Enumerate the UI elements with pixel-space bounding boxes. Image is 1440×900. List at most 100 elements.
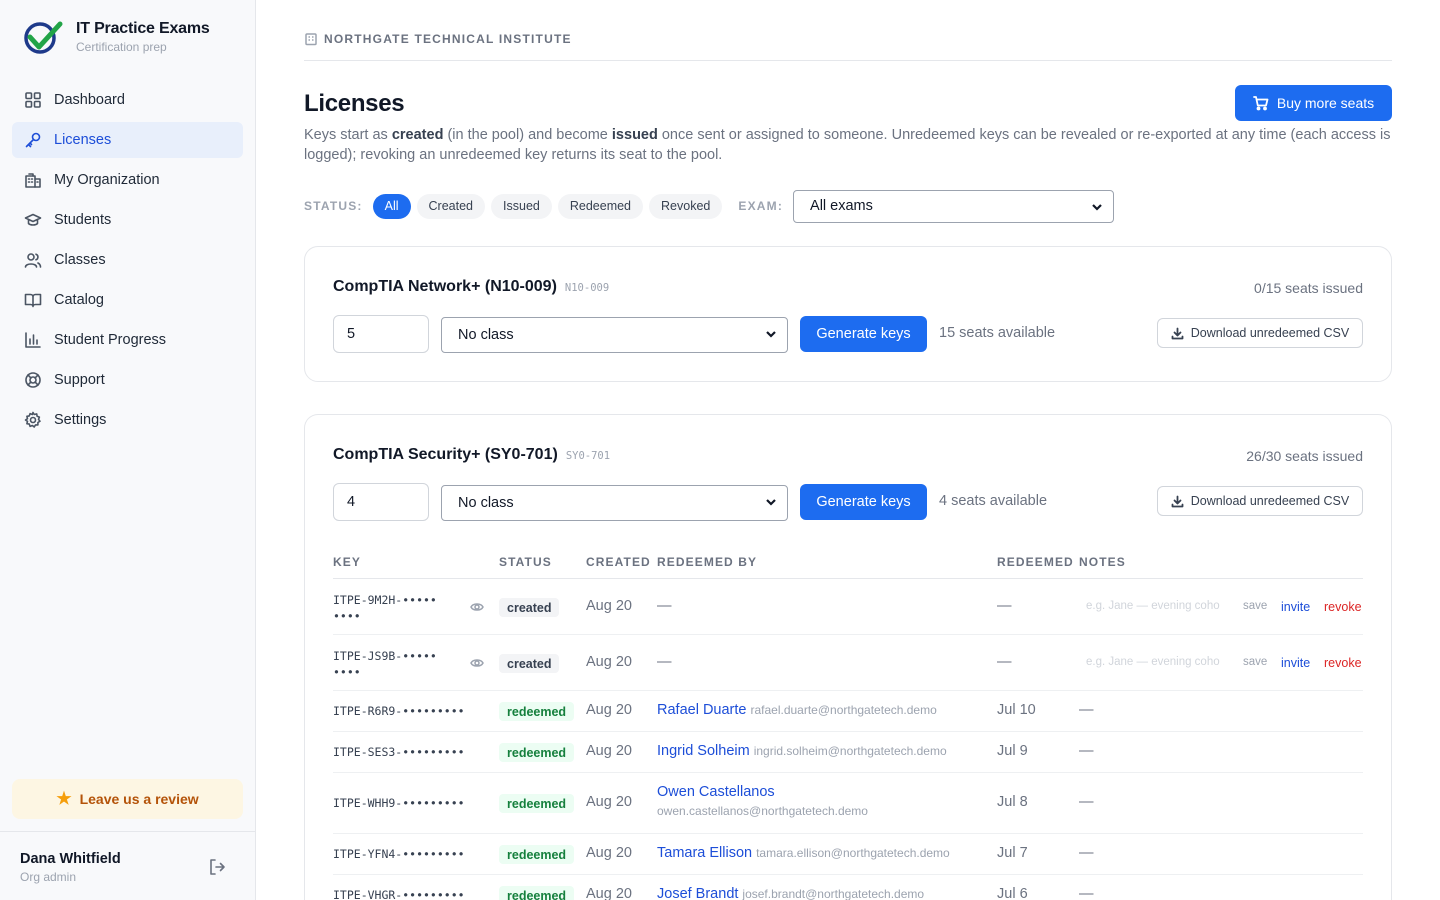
seats-issued: 0/15 seats issued bbox=[1254, 280, 1363, 296]
notes-input[interactable]: e.g. Jane — evening coho bbox=[1086, 656, 1234, 668]
class-select[interactable]: No class bbox=[441, 317, 788, 353]
redeemed-date-empty: — bbox=[997, 654, 1012, 670]
card-title: CompTIA Security+ (SY0-701) SY0-701 bbox=[333, 446, 610, 464]
notes-empty: — bbox=[1079, 702, 1094, 718]
status-chip-issued[interactable]: Issued bbox=[491, 193, 552, 219]
column-header-notes: NOTES bbox=[1079, 555, 1126, 569]
redeemed-date-empty: — bbox=[997, 598, 1012, 614]
status-badge: redeemed bbox=[499, 702, 575, 721]
seats-available: 4 seats available bbox=[939, 493, 1048, 509]
desc-text: Keys start as bbox=[304, 127, 392, 143]
sidebar-item-label: Catalog bbox=[54, 292, 104, 308]
table-row: ITPE-R6R9-••••••••• redeemed Aug 20 Rafa… bbox=[333, 691, 1363, 732]
student-name-link[interactable]: Rafael Duarte bbox=[657, 702, 746, 718]
class-select-value: No class bbox=[458, 495, 514, 511]
redeemed-by-empty: — bbox=[657, 598, 672, 614]
eye-icon bbox=[470, 603, 484, 611]
sidebar-item-my-organization[interactable]: My Organization bbox=[12, 162, 243, 198]
notes-empty: — bbox=[1079, 845, 1094, 861]
life-buoy-icon bbox=[25, 372, 41, 388]
chevron-down-icon bbox=[765, 328, 777, 340]
page-description: Keys start as created (in the pool) and … bbox=[304, 125, 1392, 165]
redeemed-by: Rafael Duarte rafael.duarte@northgatetech… bbox=[657, 702, 937, 718]
student-name-link[interactable]: Ingrid Solheim bbox=[657, 743, 750, 759]
sidebar-item-students[interactable]: Students bbox=[12, 202, 243, 238]
student-name-link[interactable]: Tamara Ellison bbox=[657, 845, 752, 861]
filters-bar: STATUS: All Created Issued Redeemed Revo… bbox=[304, 189, 1115, 223]
sidebar-item-licenses[interactable]: Licenses bbox=[12, 122, 243, 158]
invite-button[interactable]: invite bbox=[1281, 600, 1310, 614]
column-header-redeemed-by: REDEEMED BY bbox=[657, 555, 758, 569]
class-select[interactable]: No class bbox=[441, 485, 788, 521]
key-part: •••• bbox=[333, 609, 361, 623]
leave-review-button[interactable]: ★ Leave us a review bbox=[12, 779, 243, 819]
sidebar-item-dashboard[interactable]: Dashboard bbox=[12, 82, 243, 118]
sidebar-item-support[interactable]: Support bbox=[12, 362, 243, 398]
invite-button[interactable]: invite bbox=[1281, 656, 1310, 670]
notes-empty: — bbox=[1079, 743, 1094, 759]
status-filter-label: STATUS: bbox=[304, 199, 363, 213]
sidebar-item-label: Dashboard bbox=[54, 92, 125, 108]
student-email: rafael.duarte@northgatetech.demo bbox=[750, 703, 937, 717]
status-chip-all[interactable]: All bbox=[372, 193, 411, 219]
license-key: ITPE-9M2H-••••• •••• bbox=[333, 592, 437, 624]
status-badge: redeemed bbox=[499, 743, 575, 762]
sidebar-item-classes[interactable]: Classes bbox=[12, 242, 243, 278]
student-name-link[interactable]: Owen Castellanos bbox=[657, 784, 775, 800]
sidebar-item-label: Licenses bbox=[54, 132, 112, 148]
card-title: CompTIA Network+ (N10-009) N10-009 bbox=[333, 278, 609, 296]
download-icon bbox=[1171, 495, 1184, 507]
logout-button[interactable] bbox=[207, 857, 227, 877]
logout-icon bbox=[210, 859, 225, 875]
redeemed-date: Jul 7 bbox=[997, 845, 1028, 861]
reveal-key-button[interactable] bbox=[470, 656, 484, 670]
generate-keys-button[interactable]: Generate keys bbox=[800, 484, 927, 520]
save-note-button[interactable]: save bbox=[1243, 600, 1267, 612]
exam-title: CompTIA Network+ (N10-009) bbox=[333, 278, 557, 295]
download-csv-label: Download unredeemed CSV bbox=[1190, 494, 1350, 508]
exam-code: SY0-701 bbox=[565, 450, 611, 462]
table-row: ITPE-VHGR-••••••••• redeemed Aug 20 Jose… bbox=[333, 875, 1363, 900]
divider bbox=[304, 60, 1392, 61]
redeemed-by-empty: — bbox=[657, 654, 672, 670]
brand-name: IT Practice Exams bbox=[76, 20, 210, 37]
license-key: ITPE-YFN4-••••••••• bbox=[333, 847, 465, 861]
brand[interactable]: IT Practice Exams Certification prep bbox=[20, 18, 210, 56]
sidebar-item-catalog[interactable]: Catalog bbox=[12, 282, 243, 318]
column-header-created: CREATED bbox=[586, 555, 651, 569]
status-chip-revoked[interactable]: Revoked bbox=[649, 193, 723, 219]
quantity-input[interactable]: 4 bbox=[333, 483, 429, 521]
generate-keys-button[interactable]: Generate keys bbox=[800, 316, 927, 352]
exam-select[interactable]: All exams bbox=[793, 189, 1115, 223]
download-csv-button[interactable]: Download unredeemed CSV bbox=[1157, 318, 1363, 348]
user-name: Dana Whitfield bbox=[20, 851, 121, 867]
sidebar-nav: Dashboard Licenses My Organization Stude… bbox=[12, 82, 243, 442]
chevron-down-icon bbox=[765, 496, 777, 508]
redeemed-by: Ingrid Solheim ingrid.solheim@northgatete… bbox=[657, 743, 947, 759]
revoke-button[interactable]: revoke bbox=[1324, 600, 1362, 614]
download-csv-button[interactable]: Download unredeemed CSV bbox=[1157, 486, 1363, 516]
buy-more-seats-button[interactable]: Buy more seats bbox=[1235, 85, 1392, 121]
student-name-link[interactable]: Josef Brandt bbox=[657, 886, 738, 900]
created-date: Aug 20 bbox=[586, 794, 632, 810]
redeemed-date: Jul 6 bbox=[997, 886, 1028, 900]
key-part: ITPE-JS9B-••••• bbox=[333, 649, 437, 663]
created-date: Aug 20 bbox=[586, 845, 632, 861]
exam-select-value: All exams bbox=[810, 198, 873, 214]
sidebar-item-settings[interactable]: Settings bbox=[12, 402, 243, 438]
status-chip-redeemed[interactable]: Redeemed bbox=[557, 193, 644, 219]
logo-icon bbox=[24, 21, 63, 54]
status-badge: redeemed bbox=[499, 794, 575, 813]
leave-review-label: Leave us a review bbox=[79, 791, 199, 807]
save-note-button[interactable]: save bbox=[1243, 656, 1267, 668]
created-date: Aug 20 bbox=[586, 702, 632, 718]
notes-input[interactable]: e.g. Jane — evening coho bbox=[1086, 600, 1234, 612]
revoke-button[interactable]: revoke bbox=[1324, 656, 1362, 670]
exam-filter-label: EXAM: bbox=[738, 199, 784, 213]
sidebar-item-student-progress[interactable]: Student Progress bbox=[12, 322, 243, 358]
quantity-input[interactable]: 5 bbox=[333, 315, 429, 353]
reveal-key-button[interactable] bbox=[470, 600, 484, 614]
status-chip-created[interactable]: Created bbox=[416, 193, 486, 219]
sidebar: IT Practice Exams Certification prep Das… bbox=[0, 0, 256, 900]
seats-issued: 26/30 seats issued bbox=[1246, 448, 1363, 464]
